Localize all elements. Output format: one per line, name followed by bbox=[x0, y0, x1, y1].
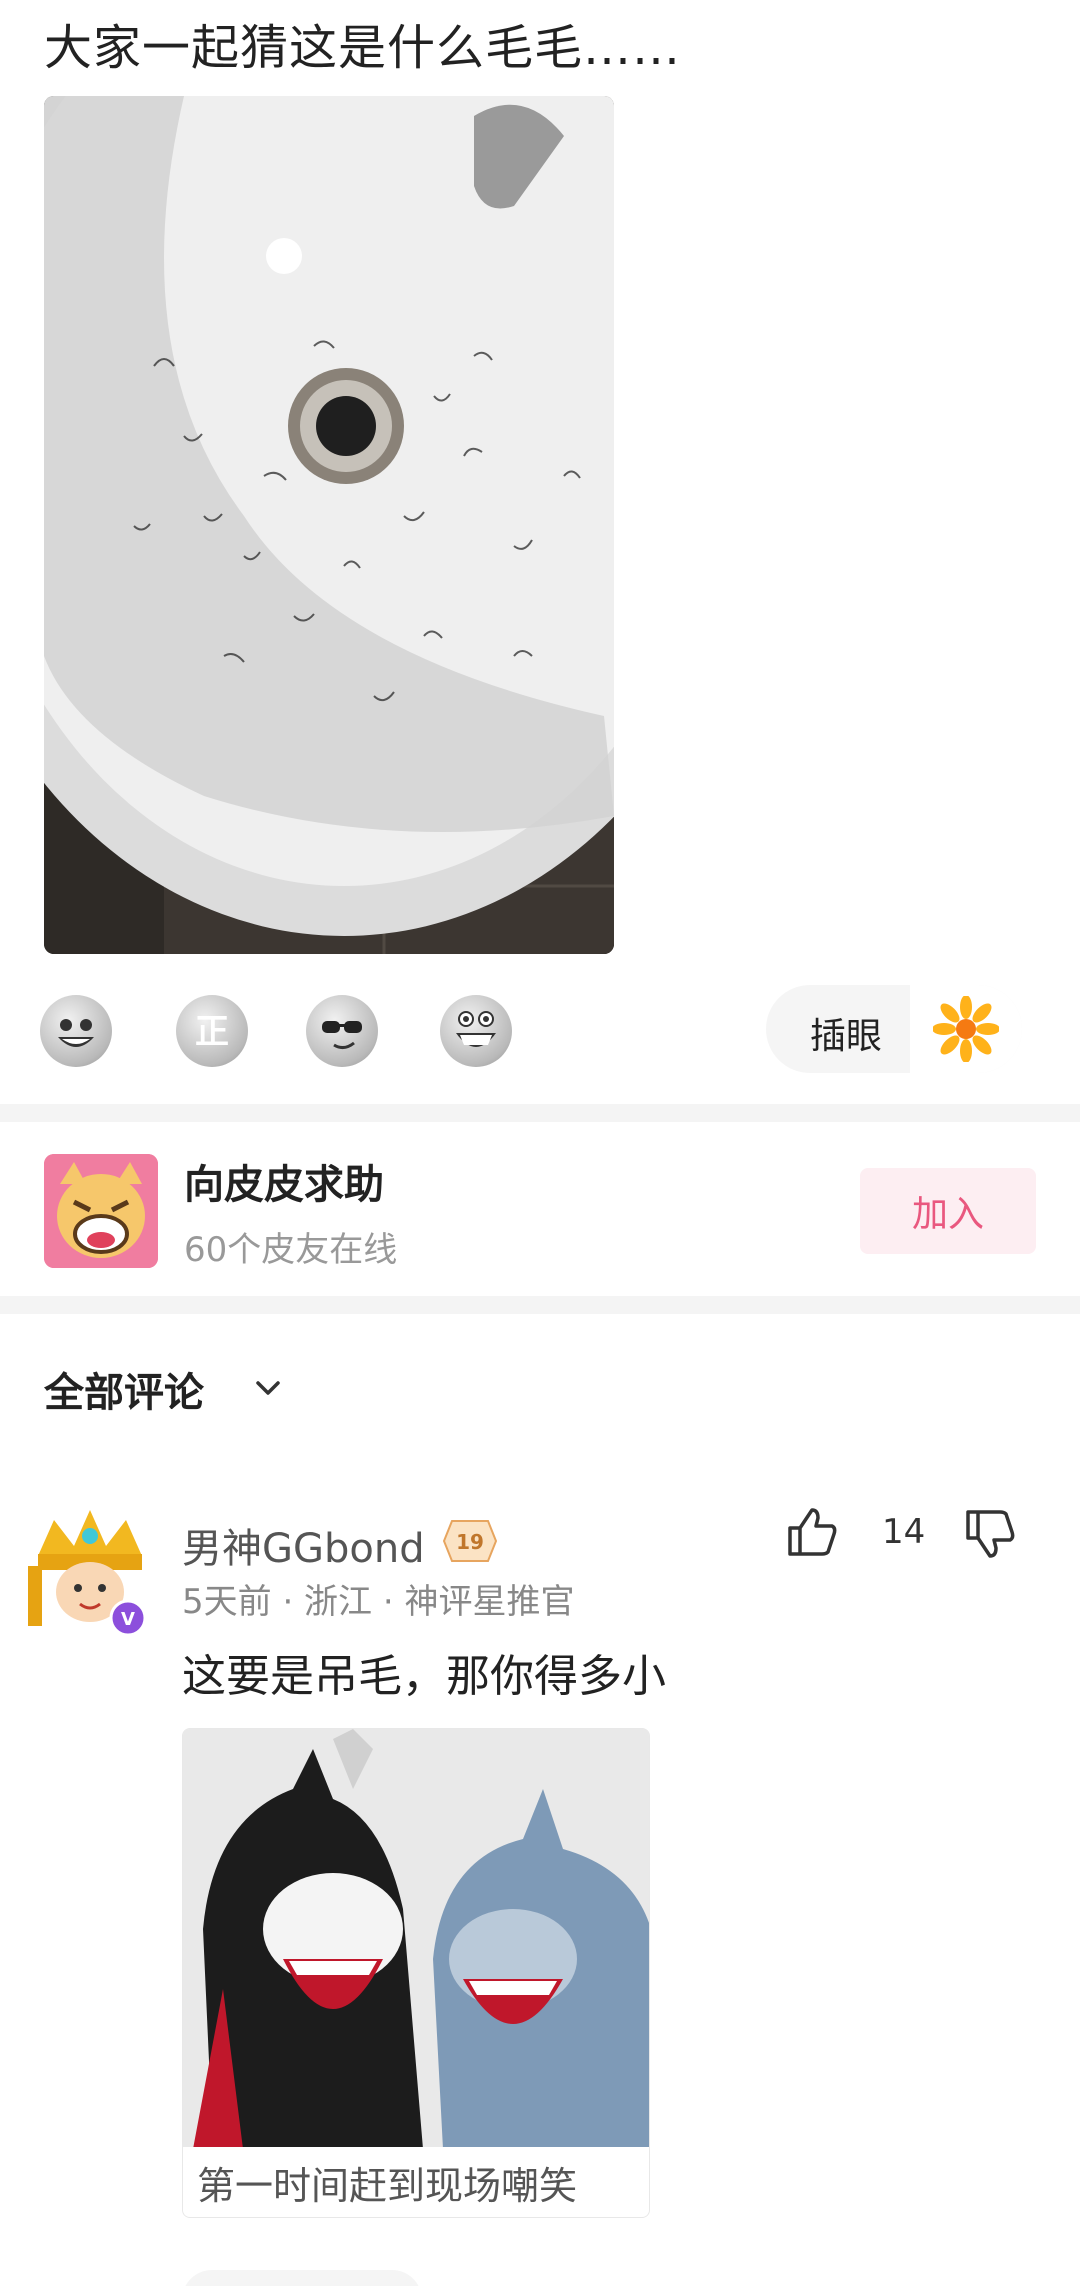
like-count: 14 bbox=[882, 1512, 926, 1552]
level-badge-icon: 19 bbox=[442, 1520, 498, 1562]
comment-meme-image[interactable]: 第一时间赶到现场嘲笑 bbox=[182, 1728, 650, 2218]
laughing-cats-image bbox=[183, 1729, 649, 2149]
insert-eye-button[interactable]: 插眼 bbox=[766, 985, 1022, 1073]
insert-eye-label: 插眼 bbox=[810, 1016, 883, 1057]
reply-pill[interactable] bbox=[182, 2270, 422, 2286]
comment-meta: 5天前 · 浙江 · 神评星推官 bbox=[182, 1582, 575, 1622]
group-name[interactable]: 向皮皮求助 bbox=[184, 1152, 384, 1210]
svg-text:V: V bbox=[121, 1609, 135, 1630]
all-comments-title[interactable]: 全部评论 bbox=[44, 1360, 204, 1418]
thumbs-down-icon[interactable] bbox=[962, 1506, 1018, 1562]
thumbs-up-icon[interactable] bbox=[784, 1504, 840, 1560]
section-divider bbox=[0, 1104, 1080, 1122]
meme-caption: 第一时间赶到现场嘲笑 bbox=[183, 2147, 649, 2217]
sunglasses-emoji-icon[interactable] bbox=[306, 995, 378, 1067]
join-button[interactable]: 加入 bbox=[860, 1168, 1036, 1254]
group-avatar[interactable] bbox=[44, 1154, 158, 1268]
laugh-emoji-icon[interactable] bbox=[40, 995, 112, 1067]
comment-text: 这要是吊毛，那你得多小 bbox=[182, 1651, 666, 1702]
commenter-avatar[interactable]: V bbox=[24, 1506, 156, 1638]
section-divider bbox=[0, 1296, 1080, 1314]
group-online-count: 60个皮友在线 bbox=[184, 1230, 398, 1270]
chevron-down-icon[interactable] bbox=[250, 1370, 286, 1406]
grin-emoji-icon[interactable] bbox=[440, 995, 512, 1067]
zheng-stamp-icon[interactable]: 正 bbox=[176, 995, 248, 1067]
commenter-name[interactable]: 男神GGbond bbox=[182, 1516, 425, 1574]
sink-photo bbox=[44, 96, 614, 954]
level-number: 19 bbox=[456, 1530, 484, 1554]
svg-text:正: 正 bbox=[195, 1012, 229, 1052]
post-title: 大家一起猜这是什么毛毛…… bbox=[44, 20, 682, 76]
flower-icon bbox=[910, 985, 1022, 1073]
post-image[interactable] bbox=[44, 96, 614, 954]
